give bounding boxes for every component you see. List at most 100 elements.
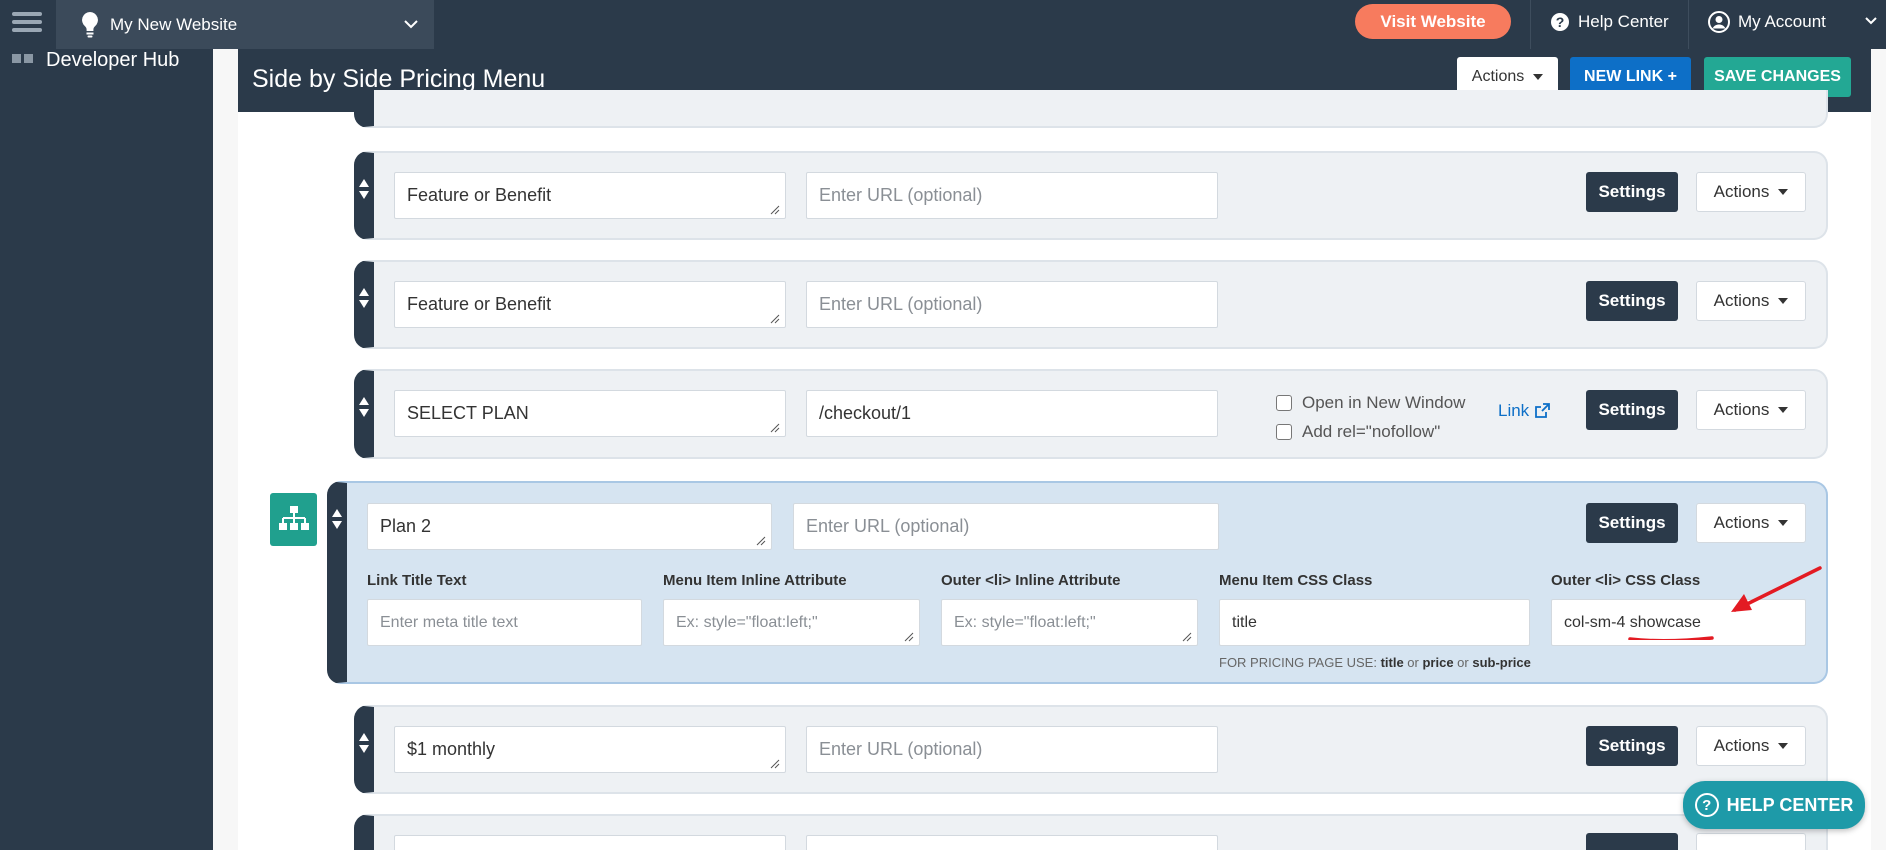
link-label: Link [1498, 401, 1530, 420]
link-title-input[interactable]: Plan 2 [367, 503, 772, 550]
actions-label: Actions [1713, 182, 1770, 201]
settings-button[interactable] [1586, 833, 1678, 850]
resize-handle-icon[interactable] [770, 423, 780, 433]
sidebar-item-label: Developer Hub [46, 49, 180, 71]
checkbox-label: Add rel="nofollow" [1302, 422, 1441, 441]
menu-row: $1 monthly Enter URL (optional) Settings… [354, 705, 1828, 794]
settings-button[interactable]: Settings [1586, 503, 1678, 543]
actions-button[interactable]: Actions [1696, 172, 1806, 212]
lightbulb-icon [82, 11, 98, 37]
resize-handle-icon[interactable] [904, 632, 914, 642]
link-title-input[interactable] [394, 835, 786, 850]
hint-price: price [1422, 655, 1454, 670]
my-account-label: My Account [1738, 12, 1826, 31]
url-input[interactable]: Enter URL (optional) [806, 281, 1218, 328]
sidebar: Developer Hub [0, 49, 213, 850]
actions-button[interactable]: Actions [1696, 503, 1806, 543]
menu-row-expanded: Plan 2 Enter URL (optional) Settings Act… [327, 481, 1828, 684]
hamburger-menu-icon[interactable] [12, 8, 42, 38]
chevron-down-icon[interactable] [1864, 13, 1878, 27]
actions-label: Actions [1713, 291, 1770, 310]
link-title-input[interactable]: $1 monthly [394, 726, 786, 773]
pricing-hint: FOR PRICING PAGE USE: title or price or … [1219, 655, 1531, 670]
caret-down-icon [1778, 189, 1789, 195]
external-link-icon [1535, 403, 1551, 418]
link-title-input[interactable]: SELECT PLAN [394, 390, 786, 437]
site-name: My New Website [110, 14, 238, 34]
resize-handle-icon[interactable] [756, 536, 766, 546]
visit-website-button[interactable]: Visit Website [1355, 4, 1511, 39]
svg-text:?: ? [1556, 14, 1565, 30]
nofollow-checkbox[interactable]: Add rel="nofollow" [1276, 422, 1440, 442]
help-center-floating-label: HELP CENTER [1726, 794, 1854, 815]
menu-row: SELECT PLAN /checkout/1 Open in New Wind… [354, 369, 1828, 459]
actions-button[interactable]: Actions [1696, 281, 1806, 321]
inline-attribute-label: Menu Item Inline Attribute [663, 572, 847, 589]
checkbox[interactable] [1276, 395, 1292, 411]
sitemap-icon[interactable] [270, 493, 317, 546]
inline-attribute-input[interactable]: Ex: style="float:left;" [663, 599, 920, 646]
caret-down-icon [1778, 407, 1789, 413]
resize-handle-icon[interactable] [770, 205, 780, 215]
hint-prefix: FOR PRICING PAGE USE: [1219, 655, 1381, 670]
css-class-label: Menu Item CSS Class [1219, 572, 1373, 589]
actions-label: Actions [1471, 68, 1525, 85]
top-bar: My New Website Visit Website ? Help Cent… [0, 0, 1886, 49]
actions-label: Actions [1713, 736, 1770, 755]
hint-title: title [1380, 655, 1404, 670]
settings-button[interactable]: Settings [1586, 281, 1678, 321]
resize-handle-icon[interactable] [770, 759, 780, 769]
actions-button[interactable]: Actions [1696, 726, 1806, 766]
divider [1530, 0, 1531, 49]
grid-icon [12, 54, 34, 66]
sidebar-item-developer-hub[interactable]: Developer Hub [12, 49, 179, 71]
actions-button[interactable] [1696, 833, 1806, 850]
help-center-label: Help Center [1578, 12, 1669, 31]
site-selector[interactable]: My New Website [56, 0, 434, 49]
url-input[interactable]: Enter URL (optional) [806, 172, 1218, 219]
drag-handle-icon[interactable] [359, 179, 369, 201]
link-title-input[interactable]: Feature or Benefit [394, 172, 786, 219]
drag-handle-icon[interactable] [359, 397, 369, 419]
menu-row: Feature or Benefit Enter URL (optional) … [354, 151, 1828, 240]
question-circle-icon: ? [1694, 793, 1719, 817]
url-input[interactable]: Enter URL (optional) [806, 726, 1218, 773]
drag-handle-icon[interactable] [359, 733, 369, 755]
question-circle-icon: ? [1551, 13, 1569, 31]
url-input[interactable]: /checkout/1 [806, 390, 1218, 437]
hint-subprice: sub-price [1472, 655, 1531, 670]
drag-handle-icon[interactable] [359, 288, 369, 310]
css-class-input[interactable]: title [1219, 599, 1530, 646]
caret-down-icon [1533, 74, 1544, 80]
annotation-arrow-icon [1628, 566, 1822, 640]
settings-button[interactable]: Settings [1586, 390, 1678, 430]
user-circle-icon [1708, 11, 1730, 33]
actions-label: Actions [1713, 513, 1770, 532]
actions-button[interactable]: Actions [1696, 390, 1806, 430]
link-title-input[interactable]: Feature or Benefit [394, 281, 786, 328]
settings-button[interactable]: Settings [1586, 172, 1678, 212]
help-center-floating-button[interactable]: ? HELP CENTER [1683, 781, 1865, 829]
menu-row [354, 814, 1828, 850]
actions-label: Actions [1713, 400, 1770, 419]
resize-handle-icon[interactable] [1182, 632, 1192, 642]
menu-row: Feature or Benefit Enter URL (optional) … [354, 260, 1828, 349]
menu-row [354, 90, 1828, 128]
my-account-link[interactable]: My Account [1708, 0, 1826, 44]
url-input[interactable] [806, 835, 1218, 850]
drag-handle-icon[interactable] [332, 509, 342, 531]
caret-down-icon [1778, 298, 1789, 304]
external-link[interactable]: Link [1498, 401, 1551, 421]
caret-down-icon [1778, 743, 1789, 749]
settings-button[interactable]: Settings [1586, 726, 1678, 766]
divider [1688, 0, 1689, 49]
help-center-link[interactable]: ? Help Center [1550, 0, 1669, 44]
outer-inline-attribute-input[interactable]: Ex: style="float:left;" [941, 599, 1198, 646]
sitemap-icon-graphic [278, 505, 309, 530]
url-input[interactable]: Enter URL (optional) [793, 503, 1219, 550]
caret-down-icon [1778, 520, 1789, 526]
resize-handle-icon[interactable] [770, 314, 780, 324]
open-new-window-checkbox[interactable]: Open in New Window [1276, 393, 1465, 413]
meta-title-input[interactable]: Enter meta title text [367, 599, 642, 646]
checkbox[interactable] [1276, 424, 1292, 440]
